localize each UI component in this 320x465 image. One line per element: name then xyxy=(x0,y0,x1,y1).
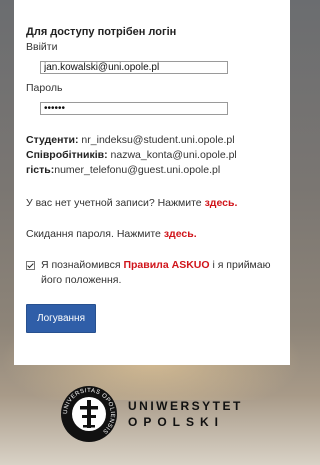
login-panel: Для доступу потрібен логін Ввійти Пароль… xyxy=(14,0,290,365)
university-seal-icon: UNIVERSITAS OPOLIENSIS xyxy=(61,386,117,442)
students-format: nr_indeksu@student.uni.opole.pl xyxy=(78,134,235,146)
guest-format: numer_telefonu@guest.uni.opole.pl xyxy=(54,164,221,176)
no-account-line: У вас нет учетной записи? Нажмите здесь. xyxy=(26,197,278,209)
login-input[interactable] xyxy=(40,61,228,74)
university-name-line2: OPOLSKI xyxy=(128,415,225,429)
students-line: Студенти: nr_indeksu@student.uni.opole.p… xyxy=(26,133,278,148)
no-account-text: У вас нет учетной записи? Нажмите xyxy=(26,197,205,209)
terms-link[interactable]: Правила ASKUO xyxy=(123,259,209,271)
university-name: UNIWERSYTET OPOLSKI xyxy=(128,398,243,430)
password-input[interactable] xyxy=(40,102,228,115)
terms-checkbox[interactable] xyxy=(26,261,35,270)
university-logo: UNIVERSITAS OPOLIENSIS UNIWERSYTET OPOLS… xyxy=(60,385,243,443)
university-name-line1: UNIWERSYTET xyxy=(128,399,243,413)
reset-line: Скидання пароля. Нажмите здесь. xyxy=(26,228,278,240)
terms-text-before: Я познайомився xyxy=(41,259,124,271)
terms-agreement: Я познайомився Правила ASKUO і я приймаю… xyxy=(26,258,278,288)
guest-label: гість: xyxy=(26,164,55,176)
guest-line: гість:numer_telefonu@guest.uni.opole.pl xyxy=(26,163,278,178)
reset-password-link[interactable]: здесь. xyxy=(164,228,197,240)
staff-line: Співробітників: nazwa_konta@uni.opole.pl xyxy=(26,148,278,163)
login-button[interactable]: Логування xyxy=(26,304,96,333)
password-label: Пароль xyxy=(26,82,63,94)
login-label: Ввійти xyxy=(26,41,58,53)
register-link[interactable]: здесь. xyxy=(205,197,238,209)
staff-format: nazwa_konta@uni.opole.pl xyxy=(107,149,237,161)
students-label: Студенти: xyxy=(26,134,79,146)
terms-text: Я познайомився Правила ASKUO і я приймаю… xyxy=(41,258,278,288)
reset-text: Скидання пароля. Нажмите xyxy=(26,228,164,240)
account-format-info: Студенти: nr_indeksu@student.uni.opole.p… xyxy=(26,133,278,178)
login-heading: Для доступу потрібен логін xyxy=(26,26,177,38)
staff-label: Співробітників: xyxy=(26,149,108,161)
